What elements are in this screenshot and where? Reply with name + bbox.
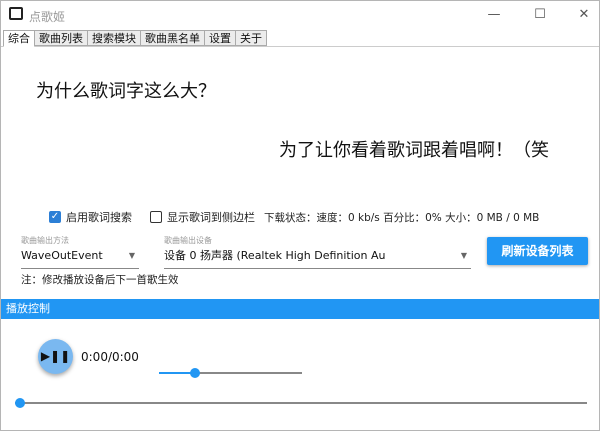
progress-thumb[interactable] — [15, 398, 25, 408]
checkbox-empty-icon — [150, 211, 162, 223]
enable-lyric-search-checkbox[interactable]: ✓ 启用歌词搜索 — [49, 209, 132, 225]
download-status: 下载状态：速度：0 kb/s 百分比：0% 大小：0 MB / 0 MB — [264, 210, 539, 225]
lyric-line-current: 为什么歌词字这么大？ — [36, 77, 216, 103]
refresh-devices-button[interactable]: 刷新设备列表 — [487, 237, 588, 265]
checkbox-label: 显示歌词到侧边栏 — [167, 209, 255, 225]
maximize-button[interactable]: ☐ — [525, 5, 555, 25]
play-pause-button[interactable]: ▶❚❚ — [38, 339, 73, 374]
output-device-select[interactable]: 设备 0 扬声器 (Realtek High Definition Au ▼ — [164, 247, 471, 269]
app-logo-icon — [9, 7, 23, 20]
output-device-value: 设备 0 扬声器 (Realtek High Definition Au — [164, 249, 385, 262]
output-method-label: 歌曲输出方法 — [21, 235, 69, 246]
volume-slider[interactable] — [159, 367, 302, 379]
lyric-line-next: 为了让你看着歌词跟着唱啊！（笑 — [279, 136, 549, 162]
playback-section-header: 播放控制 — [1, 299, 599, 319]
tab-about[interactable]: 关于 — [235, 30, 267, 46]
tab-settings[interactable]: 设置 — [204, 30, 236, 46]
volume-thumb[interactable] — [190, 368, 200, 378]
tab-search-module[interactable]: 搜索模块 — [87, 30, 141, 46]
tab-blacklist[interactable]: 歌曲黑名单 — [140, 30, 205, 46]
chevron-down-icon: ▼ — [461, 247, 467, 265]
checkmark-icon: ✓ — [49, 211, 61, 223]
tab-overview[interactable]: 综合 — [3, 30, 35, 47]
close-button[interactable]: ✕ — [569, 5, 599, 25]
tab-bar: 综合 歌曲列表 搜索模块 歌曲黑名单 设置 关于 — [3, 30, 266, 47]
play-pause-icon: ▶❚❚ — [41, 349, 70, 363]
window-title: 点歌姬 — [29, 8, 65, 25]
title-bar: 点歌姬 — ☐ ✕ — [1, 1, 599, 29]
output-method-select[interactable]: WaveOutEvent ▼ — [21, 247, 139, 269]
chevron-down-icon: ▼ — [129, 247, 135, 265]
tab-song-list[interactable]: 歌曲列表 — [34, 30, 88, 46]
output-method-value: WaveOutEvent — [21, 249, 103, 262]
device-change-note: 注：修改播放设备后下一首歌生效 — [21, 272, 179, 287]
show-lyric-sidebar-checkbox[interactable]: 显示歌词到侧边栏 — [150, 209, 255, 225]
progress-slider[interactable] — [15, 397, 587, 409]
output-device-label: 歌曲输出设备 — [164, 235, 212, 246]
progress-track — [15, 402, 587, 404]
checkbox-label: 启用歌词搜索 — [66, 209, 132, 225]
playback-time: 0:00/0:00 — [81, 350, 139, 364]
minimize-button[interactable]: — — [479, 5, 509, 25]
